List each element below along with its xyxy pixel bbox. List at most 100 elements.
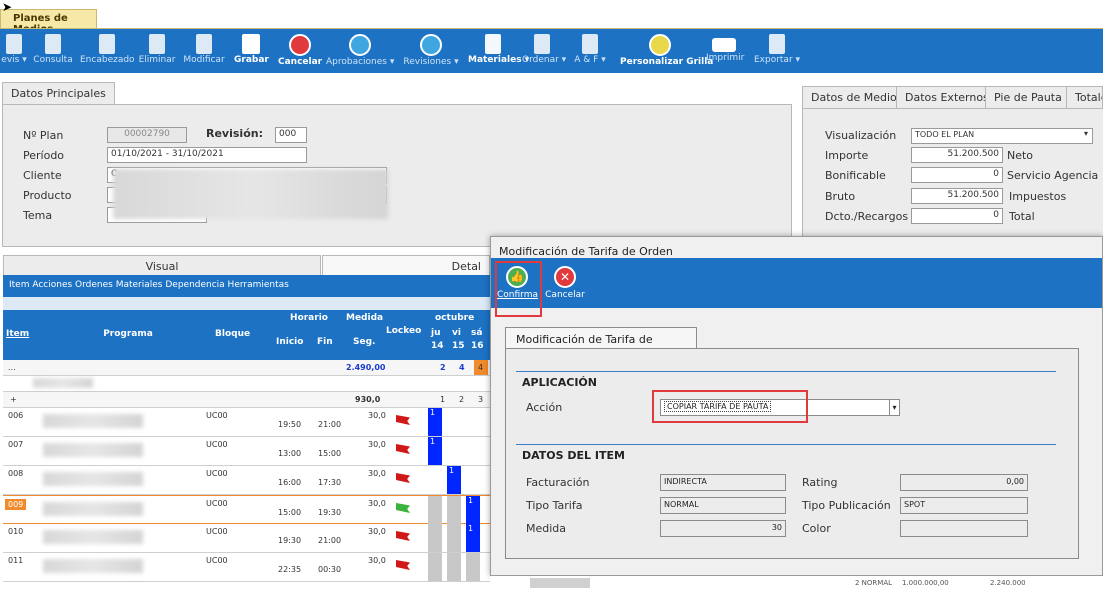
- header-inicio[interactable]: Inicio: [276, 337, 303, 347]
- color-label: Color: [802, 522, 831, 535]
- red-flag-icon[interactable]: [396, 415, 410, 425]
- periodo-field[interactable]: 01/10/2021 - 31/10/2021: [107, 147, 307, 163]
- visualizacion-select[interactable]: TODO EL PLAN ▾: [911, 128, 1093, 144]
- calendar-cell[interactable]: [447, 524, 461, 552]
- calendar-cell[interactable]: 1: [428, 408, 442, 436]
- header-bloque[interactable]: Bloque: [215, 329, 250, 339]
- header-seg[interactable]: Seg.: [353, 337, 375, 347]
- ordenar-button[interactable]: Ordenar ▾: [522, 29, 566, 73]
- tab-modificacion[interactable]: Modificación de Tarifa de Orden: [505, 327, 697, 359]
- calendar-cell[interactable]: [428, 496, 442, 524]
- calendar-cell[interactable]: [428, 524, 442, 552]
- section-divider: [516, 444, 1056, 445]
- modificar-button[interactable]: Modificar: [178, 29, 230, 73]
- header-programa[interactable]: Programa: [93, 329, 163, 339]
- document-tab[interactable]: Planes de Medios: [0, 9, 97, 35]
- calendar-cell[interactable]: 1: [466, 524, 480, 552]
- row-seg: 30,0: [368, 499, 386, 508]
- revision-field[interactable]: 000: [275, 127, 307, 143]
- calendar-cell[interactable]: [466, 408, 480, 436]
- importe-field[interactable]: 51.200.500: [911, 147, 1003, 163]
- exportar-button[interactable]: Exportar ▾: [750, 29, 804, 73]
- tab-totales[interactable]: Totale: [1066, 86, 1103, 108]
- a-f-button[interactable]: A & F ▾: [566, 29, 614, 73]
- row-fin: 15:00: [318, 449, 342, 458]
- table-row[interactable]: 011 UC00 22:35 00:30 30,0: [3, 553, 490, 582]
- green-flag-icon[interactable]: [396, 503, 410, 513]
- neto-label: Neto: [1007, 149, 1034, 162]
- cancel-x-icon: ✕: [554, 266, 576, 288]
- toolbar-button-label: Modificar: [183, 55, 225, 65]
- export-icon: [769, 34, 785, 54]
- expand-icon[interactable]: +: [10, 395, 17, 404]
- redacted-blur: [43, 502, 143, 516]
- calendar-cell[interactable]: [428, 553, 442, 581]
- tab-visual[interactable]: Visual: [3, 255, 321, 275]
- main-toolbar: evis ▾ Consulta Encabezado Eliminar Modifica…: [0, 29, 1103, 73]
- header-item[interactable]: Item: [6, 329, 29, 339]
- calendar-cell[interactable]: 1: [428, 437, 442, 465]
- tipo-publicacion-field[interactable]: SPOT: [900, 497, 1028, 514]
- medida-field[interactable]: 30: [660, 520, 786, 537]
- totales-panel: Visualización TODO EL PLAN ▾ Importe 51.2…: [802, 108, 1103, 248]
- calendar-cell[interactable]: 1: [447, 466, 461, 494]
- table-row[interactable]: 010 UC00 19:30 21:00 30,0 1: [3, 524, 490, 553]
- peek-value-1: 1.000.000,00: [902, 579, 949, 587]
- nro-plan-field[interactable]: 00002790: [107, 127, 187, 143]
- grabar-button[interactable]: Grabar: [234, 29, 269, 73]
- revisiones-button[interactable]: Revisiones ▾: [400, 29, 462, 73]
- toolbar-button-label: Imprimir: [706, 53, 745, 63]
- cancelar-button[interactable]: Cancelar: [278, 29, 322, 73]
- calendar-cell[interactable]: 1: [466, 496, 480, 524]
- table-row[interactable]: 006 UC00 19:50 21:00 30,0 1: [3, 408, 490, 437]
- table-row[interactable]: 009 UC00 15:00 19:30 30,0 1: [3, 495, 490, 524]
- red-flag-icon[interactable]: [396, 531, 410, 541]
- encabezado-button[interactable]: Encabezado: [80, 29, 135, 73]
- grid-menu-items[interactable]: Item Acciones Ordenes Materiales Depende…: [9, 280, 289, 290]
- redacted-blur: [113, 169, 388, 219]
- chevron-down-icon[interactable]: ▾: [889, 400, 899, 415]
- calendar-cell[interactable]: [447, 437, 461, 465]
- tipo-tarifa-field[interactable]: NORMAL: [660, 497, 786, 514]
- aprobaciones-button[interactable]: Aprobaciones ▾: [326, 29, 394, 73]
- tab-detalle[interactable]: Detal: [322, 255, 490, 275]
- tab-datos-medio[interactable]: Datos de Medio: [802, 86, 906, 108]
- red-flag-icon[interactable]: [396, 560, 410, 570]
- row-bloque: UC00: [206, 411, 228, 420]
- calendar-cell[interactable]: [466, 437, 480, 465]
- calendar-cell[interactable]: [428, 466, 442, 494]
- row-item: 007: [8, 440, 24, 449]
- row-seg: 30,0: [368, 411, 386, 420]
- red-flag-icon[interactable]: [396, 473, 410, 483]
- calendar-cell[interactable]: [466, 553, 480, 581]
- group-row-seg: 930,0: [355, 395, 381, 404]
- table-row[interactable]: 008 UC00 16:00 17:30 30,0 1: [3, 466, 490, 495]
- table-row[interactable]: 007 UC00 13:00 15:00 30,0 1: [3, 437, 490, 466]
- materiales-button[interactable]: Materiales ▾: [468, 29, 529, 73]
- evis-button[interactable]: evis ▾: [0, 29, 28, 73]
- red-flag-icon[interactable]: [396, 444, 410, 454]
- header-fin[interactable]: Fin: [317, 337, 333, 347]
- facturacion-field[interactable]: INDIRECTA: [660, 474, 786, 491]
- cancel-button[interactable]: ✕ Cancelar: [543, 266, 587, 300]
- tab-pie-pauta[interactable]: Pie de Pauta: [985, 86, 1071, 108]
- dcto-field[interactable]: 0: [911, 208, 1003, 224]
- tab-datos-principales[interactable]: Datos Principales: [2, 82, 115, 104]
- calendar-cell[interactable]: [447, 408, 461, 436]
- calendar-cell[interactable]: [466, 466, 480, 494]
- header-lockeo[interactable]: Lockeo: [386, 326, 421, 336]
- rating-field[interactable]: 0,00: [900, 474, 1028, 491]
- bruto-field[interactable]: 51.200.500: [911, 188, 1003, 204]
- header-medida: Medida: [346, 313, 384, 323]
- bonificable-label: Bonificable: [825, 169, 886, 182]
- color-field[interactable]: [900, 520, 1028, 537]
- consulta-button[interactable]: Consulta: [30, 29, 76, 73]
- tab-datos-externos[interactable]: Datos Externos: [896, 86, 998, 108]
- personalizar-grilla-button[interactable]: Personalizar Grilla: [620, 29, 713, 73]
- imprimir-button[interactable]: Imprimir: [706, 29, 745, 73]
- bonificable-field[interactable]: 0: [911, 167, 1003, 183]
- visualizacion-label: Visualización: [825, 129, 897, 142]
- eliminar-button[interactable]: Eliminar: [138, 29, 176, 73]
- calendar-cell[interactable]: [447, 553, 461, 581]
- calendar-cell[interactable]: [447, 496, 461, 524]
